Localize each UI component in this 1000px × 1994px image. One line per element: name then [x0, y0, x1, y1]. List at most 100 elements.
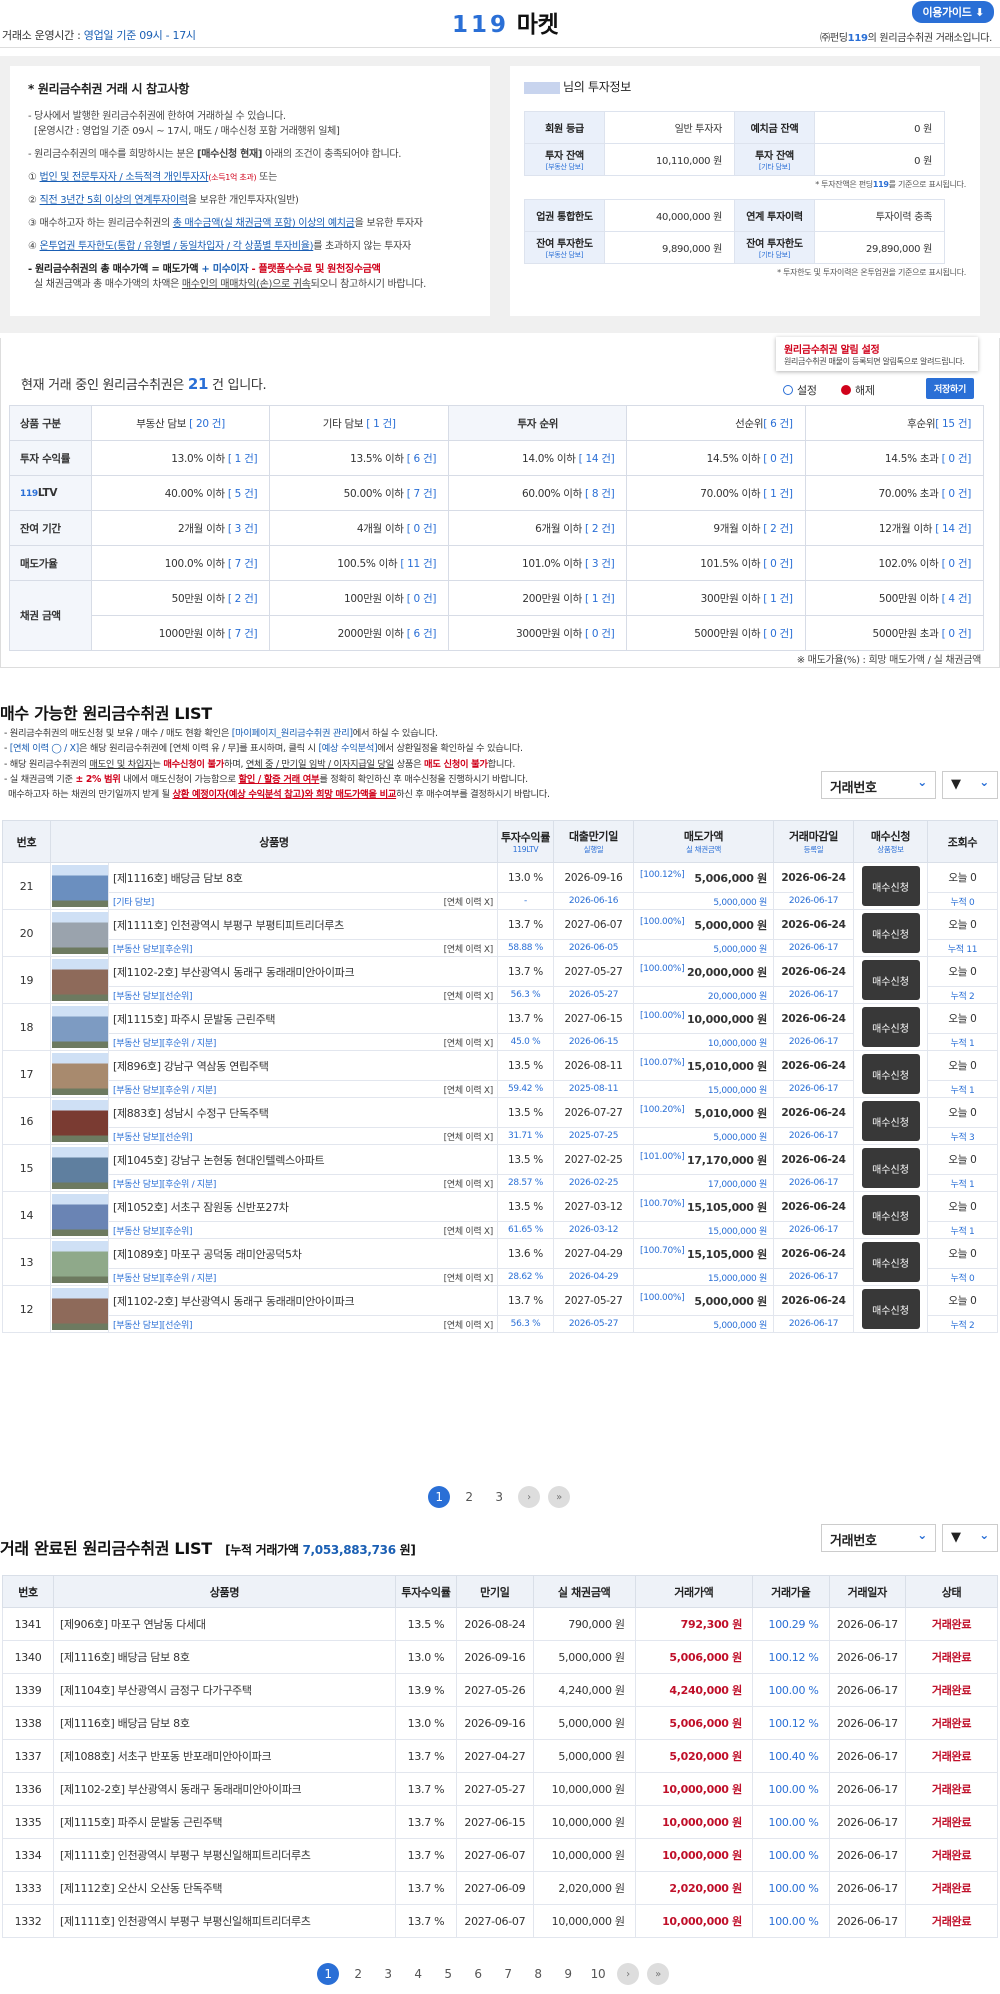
overdue-link[interactable]: [연체 이력 X]	[444, 1318, 494, 1331]
property-thumbnail[interactable]	[51, 1147, 108, 1189]
product-name[interactable]: [제1115호] 파주시 문발동 근린주택	[53, 1805, 396, 1839]
filter-option[interactable]: 50만원 이하 [ 2 건]	[90, 580, 271, 616]
page-9[interactable]: 9	[557, 1963, 579, 1985]
filter-option[interactable]: 12개월 이하 [ 14 건]	[804, 510, 985, 546]
property-thumbnail[interactable]	[51, 959, 108, 1001]
table-row[interactable]: 14 [제1052호] 서초구 잠원동 신반포27차 13.5 % 2027-03-1…	[2, 1191, 998, 1239]
filter-option[interactable]: 기타 담보 [ 1 건]	[269, 405, 450, 441]
product-name[interactable]: [제1111호] 인천광역시 부평구 부평신일해피트리더루츠	[53, 1904, 396, 1938]
product-name[interactable]: [제896호] 강남구 역삼동 연립주택	[108, 1050, 498, 1081]
filter-option[interactable]: 13.0% 이하 [ 1 건]	[90, 440, 271, 476]
product-name[interactable]: [제1089호] 마포구 공덕동 래미안공덕5차	[108, 1238, 498, 1269]
table-row[interactable]: 1338 [제1116호] 배당금 담보 8호 13.0 % 2026-09-16 5,…	[1, 1706, 998, 1740]
buy-button[interactable]: 매수신청	[861, 1007, 920, 1047]
filter-option[interactable]: 3000만원 이하 [ 0 건]	[448, 615, 628, 651]
buy-button[interactable]: 매수신청	[861, 960, 920, 1000]
filter-option[interactable]: 6개월 이하 [ 2 건]	[448, 510, 628, 546]
filter-option[interactable]: 70.00% 이하 [ 1 건]	[626, 475, 806, 511]
product-name[interactable]: [제1102-2호] 부산광역시 동래구 동래래미안아이파크	[108, 1285, 498, 1316]
list-order-select[interactable]: ▼ ⌄	[942, 771, 998, 799]
table-row[interactable]: 15 [제1045호] 강남구 논현동 현대인텔렉스아파트 13.5 % 2027-0…	[2, 1144, 998, 1192]
product-name[interactable]: [제1111호] 인천광역시 부평구 부평티피트리더루츠	[108, 909, 498, 940]
page-2[interactable]: 2	[347, 1963, 369, 1985]
page-10[interactable]: 10	[587, 1963, 609, 1985]
table-row[interactable]: 21 [제1116호] 배당금 담보 8호 13.0 % 2026-09-16 [100…	[2, 862, 998, 910]
filter-option[interactable]: 101.5% 이하 [ 0 건]	[626, 545, 806, 581]
overdue-link[interactable]: [연체 이력 X]	[444, 942, 494, 955]
table-row[interactable]: 1341 [제906호] 마포구 연남동 다세대 13.5 % 2026-08-24 7…	[1, 1607, 998, 1641]
table-row[interactable]: 20 [제1111호] 인천광역시 부평구 부평티피트리더루츠 13.7 % 2027…	[2, 909, 998, 957]
filter-option[interactable]: 14.0% 이하 [ 14 건]	[448, 440, 628, 476]
condition-link[interactable]: 총 매수금액(실 채권금액 포함) 이상의 예치금	[173, 218, 355, 229]
mypage-link[interactable]: [마이페이지_원리금수취권 관리]	[232, 728, 353, 739]
filter-option[interactable]: 부동산 담보 [ 20 건]	[90, 405, 271, 441]
property-thumbnail[interactable]	[51, 1006, 108, 1048]
buy-button[interactable]: 매수신청	[861, 913, 920, 953]
property-thumbnail[interactable]	[51, 1194, 108, 1236]
table-row[interactable]: 17 [제896호] 강남구 역삼동 연립주택 13.5 % 2026-08-11 [1…	[2, 1050, 998, 1098]
product-name[interactable]: [제1116호] 배당금 담보 8호	[108, 862, 498, 893]
product-name[interactable]: [제906호] 마포구 연남동 다세대	[53, 1607, 396, 1641]
buy-button[interactable]: 매수신청	[861, 1148, 920, 1188]
table-row[interactable]: 16 [제883호] 성남시 수정구 단독주택 13.5 % 2026-07-27 [1…	[2, 1097, 998, 1145]
site-logo[interactable]: 119 마켓	[452, 5, 559, 39]
filter-option[interactable]: 14.5% 초과 [ 0 건]	[804, 440, 985, 476]
buy-button[interactable]: 매수신청	[861, 1289, 920, 1329]
product-name[interactable]: [제1116호] 배당금 담보 8호	[53, 1640, 396, 1674]
table-row[interactable]: 1333 [제1112호] 오산시 오산동 단독주택 13.7 % 2027-06-0…	[1, 1871, 998, 1905]
alarm-set-radio[interactable]: 설정	[783, 382, 817, 398]
page-1[interactable]: 1	[428, 1486, 450, 1508]
done-order-select[interactable]: ▼ ⌄	[942, 1524, 998, 1552]
overdue-link[interactable]: [연체 이력 X]	[444, 1130, 494, 1143]
filter-option[interactable]: 후순위[ 15 건]	[804, 405, 985, 441]
table-row[interactable]: 1336 [제1102-2호] 부산광역시 동래구 동래래미안아이파크 13.7 %…	[1, 1772, 998, 1806]
property-thumbnail[interactable]	[51, 1288, 108, 1330]
filter-option[interactable]: 60.00% 이하 [ 8 건]	[448, 475, 628, 511]
filter-option[interactable]: 101.0% 이하 [ 3 건]	[448, 545, 628, 581]
table-row[interactable]: 1334 [제1111호] 인천광역시 부평구 부평신일해피트리더루츠 13.7 %…	[1, 1838, 998, 1872]
table-row[interactable]: 18 [제1115호] 파주시 문발동 근린주택 13.7 % 2027-06-15[…	[2, 1003, 998, 1051]
overdue-link[interactable]: [연체 이력 X]	[444, 989, 494, 1002]
buy-button[interactable]: 매수신청	[861, 1101, 920, 1141]
property-thumbnail[interactable]	[51, 1100, 108, 1142]
page-4[interactable]: 4	[407, 1963, 429, 1985]
alarm-unset-radio[interactable]: 해제	[841, 382, 875, 398]
last-page-icon[interactable]: »	[647, 1963, 669, 1985]
filter-option[interactable]: 5000만원 이하 [ 0 건]	[626, 615, 806, 651]
filter-option[interactable]: 선순위[ 6 건]	[626, 405, 806, 441]
filter-option[interactable]: 100.0% 이하 [ 7 건]	[90, 545, 271, 581]
table-row[interactable]: 1337 [제1088호] 서초구 반포동 반포래미안아이파크 13.7 % 2027…	[1, 1739, 998, 1773]
product-name[interactable]: [제883호] 성남시 수정구 단독주택	[108, 1097, 498, 1128]
condition-link[interactable]: 온투업권 투자한도(통합 / 유형별 / 동일차입자 / 각 상품별 투자비율)	[40, 241, 314, 252]
filter-option[interactable]: 14.5% 이하 [ 0 건]	[626, 440, 806, 476]
filter-option[interactable]: 100만원 이하 [ 0 건]	[269, 580, 450, 616]
filter-option[interactable]: 2개월 이하 [ 3 건]	[90, 510, 271, 546]
property-thumbnail[interactable]	[51, 912, 108, 954]
product-name[interactable]: [제1116호] 배당금 담보 8호	[53, 1706, 396, 1740]
filter-option[interactable]: 5000만원 초과 [ 0 건]	[804, 615, 985, 651]
table-row[interactable]: 1332 [제1111호] 인천광역시 부평구 부평신일해피트리더루츠 13.7 %…	[1, 1904, 998, 1938]
overdue-link[interactable]: [연체 이력 X]	[444, 1224, 494, 1237]
product-name[interactable]: [제1111호] 인천광역시 부평구 부평신일해피트리더루츠	[53, 1838, 396, 1872]
product-name[interactable]: [제1045호] 강남구 논현동 현대인텔렉스아파트	[108, 1144, 498, 1175]
next-page-icon[interactable]: ›	[518, 1486, 540, 1508]
filter-option[interactable]: 4개월 이하 [ 0 건]	[269, 510, 450, 546]
table-row[interactable]: 1335 [제1115호] 파주시 문발동 근린주택 13.7 % 2027-06-1…	[1, 1805, 998, 1839]
property-thumbnail[interactable]	[51, 865, 108, 907]
filter-option[interactable]: 70.00% 초과 [ 0 건]	[804, 475, 985, 511]
page-8[interactable]: 8	[527, 1963, 549, 1985]
condition-link[interactable]: 직전 3년간 5회 이상의 연계투자이력	[40, 195, 189, 206]
product-name[interactable]: [제1102-2호] 부산광역시 동래구 동래래미안아이파크	[108, 956, 498, 987]
table-row[interactable]: 1340 [제1116호] 배당금 담보 8호 13.0 % 2026-09-16 5,…	[1, 1640, 998, 1674]
table-row[interactable]: 12 [제1102-2호] 부산광역시 동래구 동래래미안아이파크 13.7 % 20…	[2, 1285, 998, 1333]
table-row[interactable]: 1339 [제1104호] 부산광역시 금정구 다가구주택 13.9 % 2027-0…	[1, 1673, 998, 1707]
product-name[interactable]: [제1112호] 오산시 오산동 단독주택	[53, 1871, 396, 1905]
product-name[interactable]: [제1088호] 서초구 반포동 반포래미안아이파크	[53, 1739, 396, 1773]
save-alarm-button[interactable]: 저장하기	[926, 378, 974, 399]
buy-button[interactable]: 매수신청	[861, 866, 920, 906]
table-row[interactable]: 19 [제1102-2호] 부산광역시 동래구 동래래미안아이파크 13.7 % 20…	[2, 956, 998, 1004]
page-7[interactable]: 7	[497, 1963, 519, 1985]
product-name[interactable]: [제1052호] 서초구 잠원동 신반포27차	[108, 1191, 498, 1222]
page-5[interactable]: 5	[437, 1963, 459, 1985]
page-3[interactable]: 3	[488, 1486, 510, 1508]
